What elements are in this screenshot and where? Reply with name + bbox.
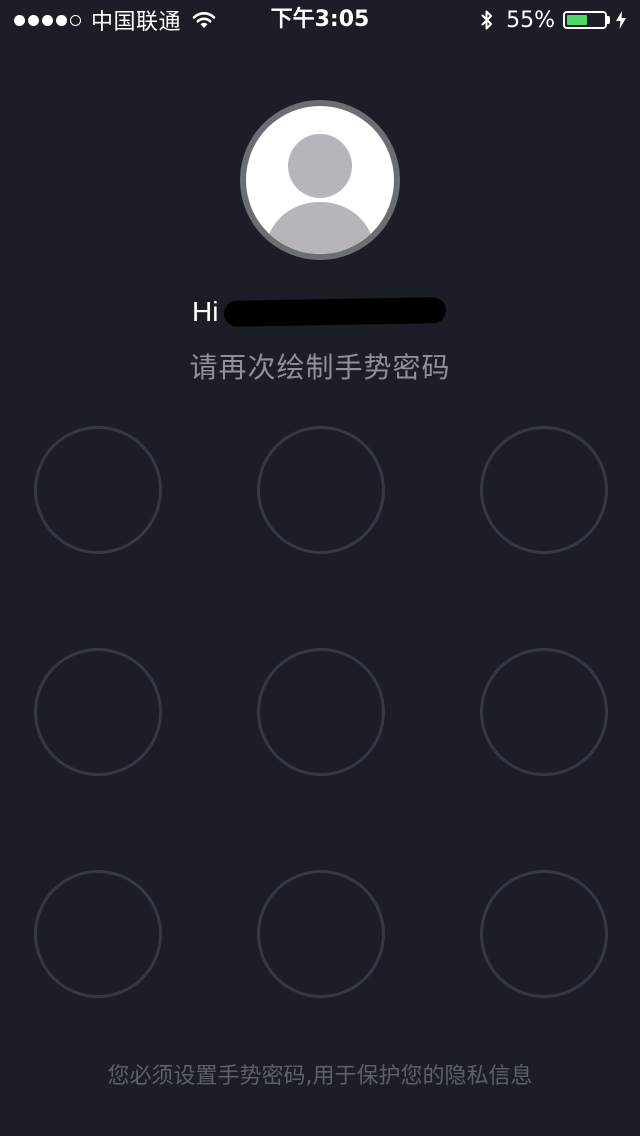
gesture-node-2[interactable] [257,426,385,554]
gesture-node-8[interactable] [257,870,385,998]
status-right: 55% [480,0,626,40]
gesture-grid[interactable] [34,426,608,998]
battery-percent: 55% [506,7,555,33]
gesture-node-3[interactable] [480,426,608,554]
charging-icon [616,11,626,29]
user-silhouette-icon [264,134,376,254]
battery-icon [563,11,607,29]
footer-hint: 您必须设置手势密码,用于保护您的隐私信息 [107,1064,533,1089]
bluetooth-icon [481,10,493,30]
greeting: Hi [192,292,447,332]
greeting-hi: Hi [192,296,219,327]
gesture-node-5[interactable] [257,648,385,776]
gesture-node-7[interactable] [34,870,162,998]
gesture-node-6[interactable] [480,648,608,776]
redacted-username [224,297,447,327]
gesture-prompt: 请再次绘制手势密码 [189,351,451,384]
avatar [240,100,400,260]
battery-tip [607,16,610,24]
battery-fill [567,15,587,25]
gesture-node-9[interactable] [480,870,608,998]
status-bar: 中国联通 下午3:05 55% [0,0,640,40]
gesture-node-1[interactable] [34,426,162,554]
gesture-node-4[interactable] [34,648,162,776]
user-placeholder-icon [246,106,394,254]
